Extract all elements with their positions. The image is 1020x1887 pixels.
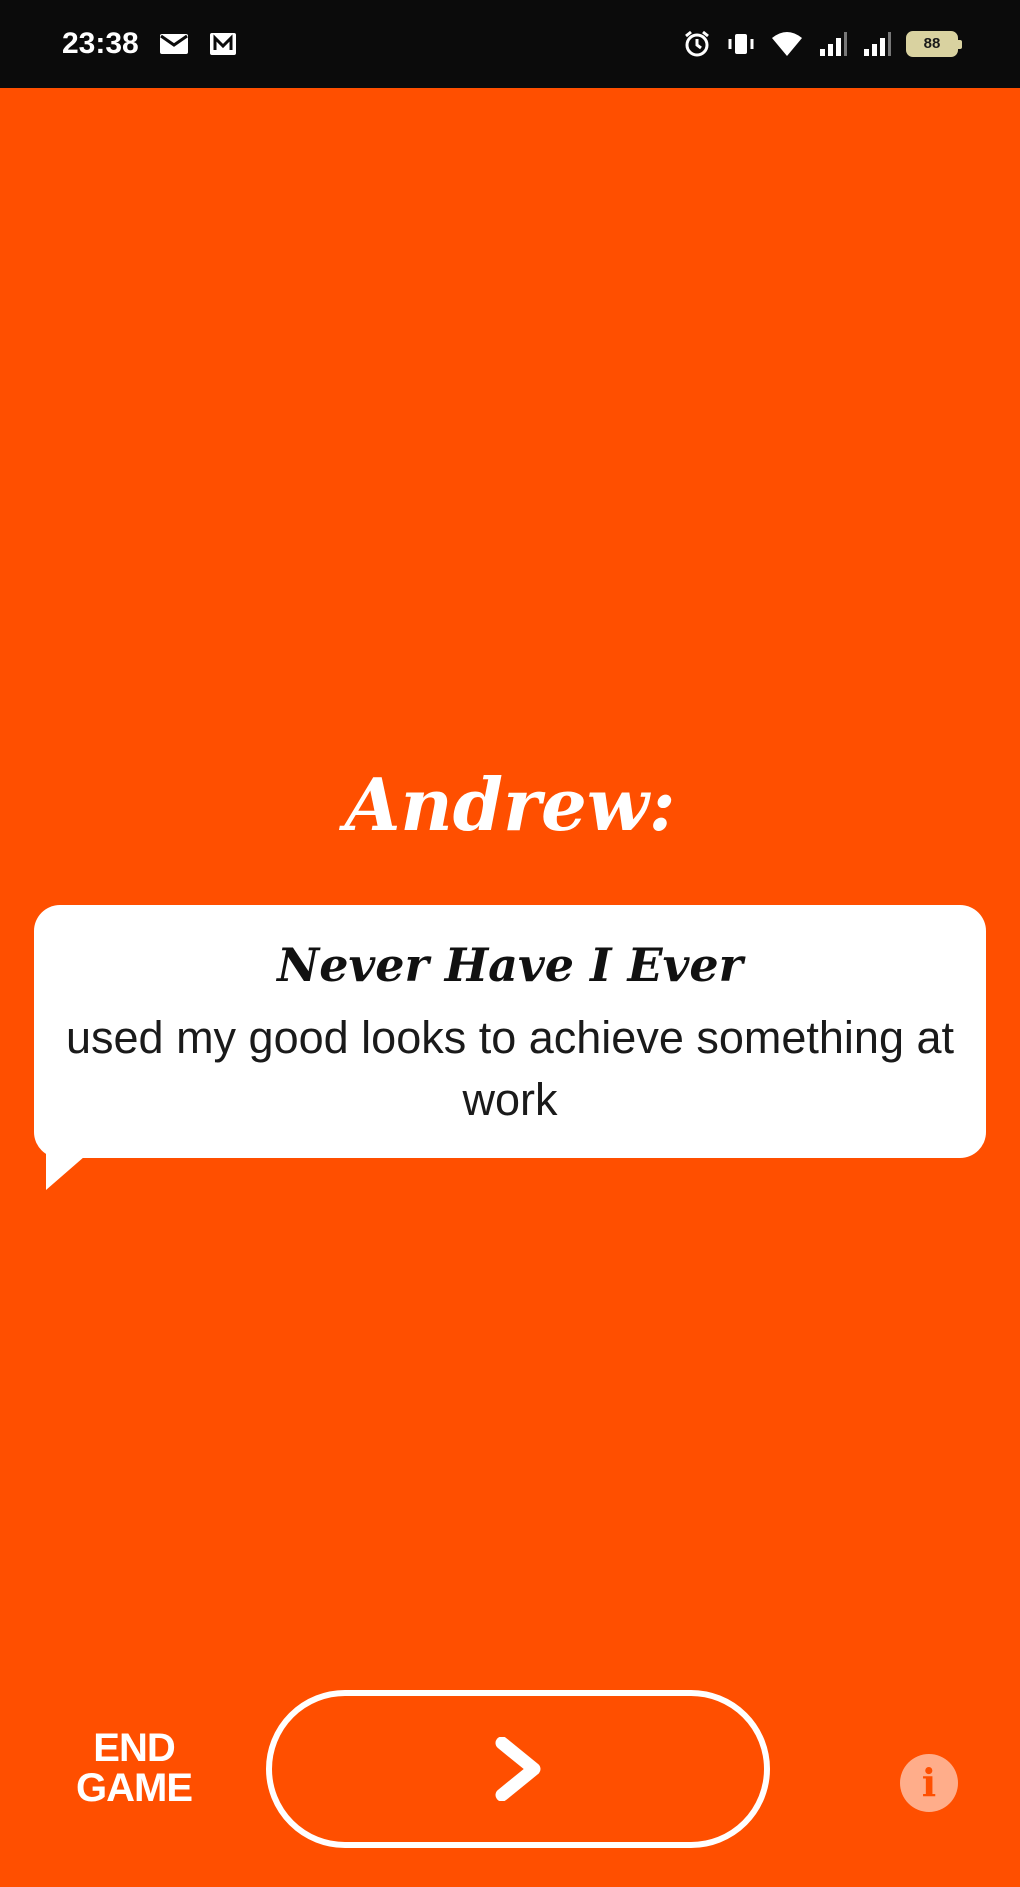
mail-icon bbox=[159, 33, 189, 55]
status-time: 23:38 bbox=[62, 27, 139, 60]
status-bar-left: 23:38 bbox=[62, 24, 237, 64]
question-card: Never Have I Ever used my good looks to … bbox=[34, 905, 986, 1158]
next-button[interactable] bbox=[266, 1690, 770, 1848]
signal-icon bbox=[818, 31, 848, 57]
end-game-button[interactable]: END GAME bbox=[74, 1728, 194, 1808]
status-bar: 23:38 88 bbox=[0, 0, 1020, 88]
info-icon: i bbox=[921, 1760, 937, 1805]
signal-icon bbox=[862, 31, 892, 57]
wifi-icon bbox=[770, 30, 804, 58]
info-button[interactable]: i bbox=[900, 1754, 958, 1812]
notification-icon bbox=[209, 32, 237, 56]
status-bar-right: 88 bbox=[682, 24, 962, 64]
battery-indicator: 88 bbox=[906, 31, 962, 57]
card-text: used my good looks to achieve something … bbox=[65, 1012, 955, 1125]
player-name: Andrew: bbox=[344, 762, 676, 847]
speech-bubble-tail bbox=[46, 1150, 92, 1190]
chevron-right-icon bbox=[490, 1737, 546, 1801]
card-title: Never Have I Ever bbox=[277, 938, 743, 992]
alarm-icon bbox=[682, 29, 712, 59]
vibrate-icon bbox=[726, 29, 756, 59]
